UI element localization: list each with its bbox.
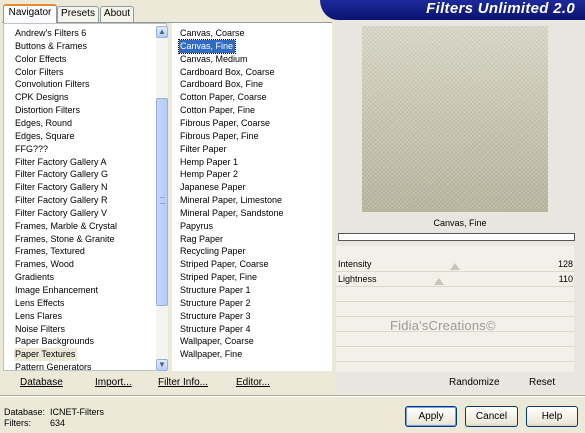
list-item[interactable]: Recycling Paper — [179, 245, 248, 258]
filters-count-label: Filters: — [4, 418, 31, 428]
list-item[interactable]: Frames, Marble & Crystal — [14, 220, 119, 233]
list-item[interactable]: Paper Textures — [14, 348, 78, 362]
scroll-down-button[interactable]: ▼ — [156, 359, 168, 371]
list-item[interactable]: Lens Effects — [14, 297, 66, 310]
preview-filter-name: Canvas, Fine — [433, 218, 487, 228]
list-item[interactable]: Convolution Filters — [14, 78, 92, 91]
slider-divider — [336, 361, 574, 362]
app-title: Filters Unlimited 2.0 — [426, 0, 575, 17]
list-item[interactable]: Frames, Textured — [14, 245, 87, 258]
list-item[interactable]: Noise Filters — [14, 323, 67, 336]
scroll-up-button[interactable]: ▲ — [156, 26, 168, 38]
list-item[interactable]: Cotton Paper, Fine — [179, 104, 257, 117]
cancel-button[interactable]: Cancel — [465, 406, 518, 427]
list-item[interactable]: Filter Paper — [179, 143, 229, 156]
slider-divider — [336, 301, 574, 302]
list-item[interactable]: Filter Factory Gallery N — [14, 181, 110, 194]
lightness-label: Lightness — [338, 274, 377, 284]
progress-bar — [338, 233, 575, 241]
list-item[interactable]: Lens Flares — [14, 310, 64, 323]
list-item[interactable]: Color Effects — [14, 53, 68, 66]
list-item[interactable]: Fibrous Paper, Coarse — [179, 117, 272, 130]
scroll-thumb[interactable] — [156, 98, 168, 306]
list-item[interactable]: Hemp Paper 1 — [179, 156, 240, 169]
list-item[interactable]: Structure Paper 3 — [179, 310, 253, 323]
intensity-label: Intensity — [338, 259, 372, 269]
scroll-grip-icon — [160, 197, 165, 204]
footer-divider-highlight — [0, 396, 585, 397]
apply-button[interactable]: Apply — [405, 406, 457, 427]
list-item[interactable]: Structure Paper 4 — [179, 323, 253, 336]
list-item[interactable]: Japanese Paper — [179, 181, 248, 194]
list-item[interactable]: Fibrous Paper, Fine — [179, 130, 261, 143]
database-button[interactable]: Database — [20, 377, 63, 389]
list-item[interactable]: Filter Factory Gallery V — [14, 207, 109, 220]
list-item[interactable]: Mineral Paper, Sandstone — [179, 207, 286, 220]
intensity-slider-thumb[interactable] — [450, 263, 460, 270]
list-item[interactable]: Frames, Wood — [14, 258, 76, 271]
list-item[interactable]: Striped Paper, Coarse — [179, 258, 271, 271]
list-item[interactable]: Striped Paper, Fine — [179, 271, 259, 284]
list-item[interactable]: CPK Designs — [14, 91, 71, 104]
list-item[interactable]: Image Enhancement — [14, 284, 100, 297]
list-item[interactable]: Mineral Paper, Limestone — [179, 194, 284, 207]
filter-list[interactable]: Canvas, Coarse Canvas, Fine Canvas, Medium… — [172, 23, 332, 371]
slider-divider — [336, 286, 574, 287]
list-item[interactable]: Cardboard Box, Fine — [179, 78, 265, 91]
filters-count-value: 634 — [50, 418, 66, 428]
list-item[interactable]: Buttons & Frames — [14, 40, 89, 53]
tab-label: About — [103, 8, 131, 19]
database-info-value: ICNET-Filters — [50, 407, 104, 417]
list-item[interactable]: Wallpaper, Fine — [179, 348, 244, 361]
slider-divider — [336, 346, 574, 347]
slider-divider — [336, 271, 574, 272]
lightness-value: 110 — [558, 274, 573, 284]
list-item[interactable]: Distortion Filters — [14, 104, 82, 117]
lightness-slider-thumb[interactable] — [433, 278, 444, 285]
list-item[interactable]: FFG??? — [14, 143, 50, 156]
list-item[interactable]: Gradients — [14, 271, 56, 284]
tab-label: Presets — [61, 8, 95, 19]
list-item[interactable]: Pattern Generators — [14, 361, 94, 374]
list-item[interactable]: Structure Paper 1 — [179, 284, 253, 297]
filter-info-button[interactable]: Filter Info... — [158, 377, 208, 389]
list-item[interactable]: Filter Factory Gallery A — [14, 156, 109, 169]
list-item[interactable]: Edges, Round — [14, 117, 74, 130]
tab-about[interactable]: About — [100, 6, 134, 22]
tab-navigator[interactable]: Navigator — [3, 4, 57, 23]
list-item[interactable]: Structure Paper 2 — [179, 297, 253, 310]
database-info-label: Database: — [4, 407, 46, 417]
import-button[interactable]: Import... — [95, 377, 132, 389]
list-item[interactable]: Filter Factory Gallery G — [14, 168, 110, 181]
list-item[interactable]: Rag Paper — [179, 233, 225, 246]
editor-button[interactable]: Editor... — [236, 377, 270, 389]
list-item[interactable]: Cotton Paper, Coarse — [179, 91, 269, 104]
list-item[interactable]: Paper Backgrounds — [14, 335, 96, 348]
tab-presets[interactable]: Presets — [57, 6, 99, 22]
reset-button[interactable]: Reset — [529, 377, 555, 389]
category-list[interactable]: Andrew's Filters 6 Buttons & Frames Color … — [3, 23, 168, 374]
list-item[interactable]: Andrew's Filters 6 — [14, 27, 88, 40]
intensity-value: 128 — [557, 259, 573, 269]
list-item[interactable]: Color Filters — [14, 66, 66, 79]
list-item[interactable]: Edges, Square — [14, 130, 77, 143]
tab-label: Navigator — [8, 7, 52, 18]
category-scrollbar[interactable]: ▲ ▼ — [156, 26, 168, 371]
list-item[interactable]: Filter Factory Gallery R — [14, 194, 110, 207]
list-item[interactable]: Frames, Stone & Granite — [14, 233, 117, 246]
preview-image — [362, 26, 548, 212]
slider-divider — [336, 316, 574, 317]
randomize-button[interactable]: Randomize — [449, 377, 500, 389]
list-item[interactable]: Canvas, Medium — [179, 53, 250, 66]
help-button[interactable]: Help — [526, 406, 578, 427]
list-item[interactable]: Canvas, Coarse — [179, 27, 247, 40]
list-item[interactable]: Canvas, Fine — [177, 38, 237, 54]
title-banner: Filters Unlimited 2.0 — [320, 0, 585, 20]
list-item[interactable]: Wallpaper, Coarse — [179, 335, 256, 348]
watermark: Fidia'sCreations© — [390, 318, 496, 333]
list-item[interactable]: Papyrus — [179, 220, 215, 233]
list-item[interactable]: Cardboard Box, Coarse — [179, 66, 277, 79]
list-item[interactable]: Hemp Paper 2 — [179, 168, 240, 181]
